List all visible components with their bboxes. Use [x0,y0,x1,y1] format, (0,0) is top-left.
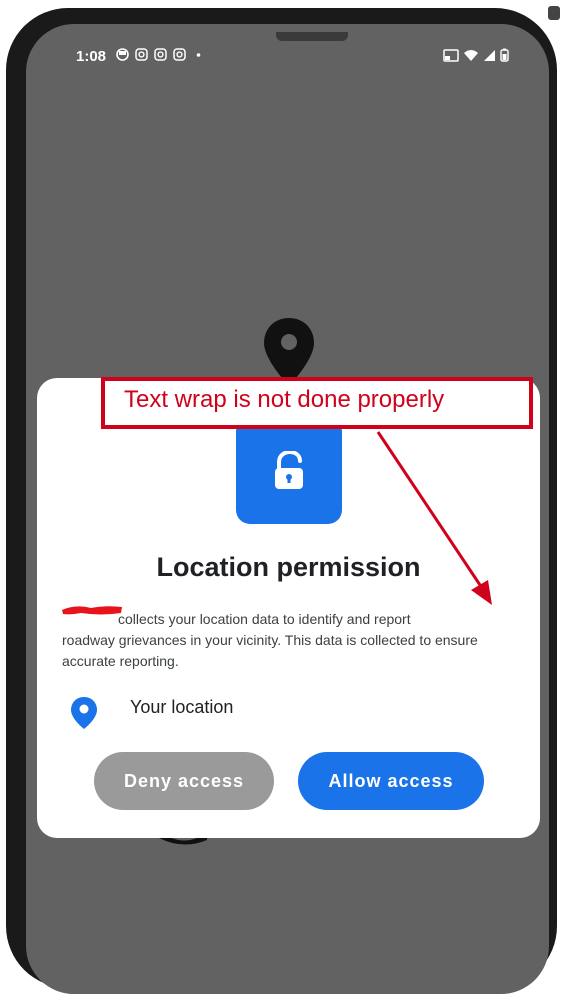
instagram-icon [173,48,186,61]
dot-icon [192,48,205,61]
camera-notch [276,32,348,41]
status-time: 1:08 [76,48,107,65]
allow-access-button[interactable]: Allow access [298,752,484,810]
instagram-icon [154,48,167,61]
deny-access-button[interactable]: Deny access [94,752,274,810]
dialog-body-line-1: collects your location data to identify … [118,611,411,627]
dialog-body: collects your location data to identify … [62,609,522,672]
location-label: Your location [130,697,234,717]
dialog-body-rest: roadway grievances in your vicinity. Thi… [62,632,478,669]
cast-icon [443,48,459,67]
instagram-icon [135,48,148,61]
wifi-icon [463,49,479,67]
lock-tile [236,418,342,524]
sync-icon [116,48,129,61]
battery-icon [500,48,509,67]
status-bar: 1:08 [26,44,549,72]
signal-icon [483,49,496,67]
annotation-text: Text wrap is not done properly [124,386,445,413]
phone-side-button [548,6,560,20]
location-item: Your location [70,694,370,730]
location-pin-icon [71,697,97,729]
dialog-title: Location permission [156,552,421,582]
unlock-icon [275,451,303,489]
